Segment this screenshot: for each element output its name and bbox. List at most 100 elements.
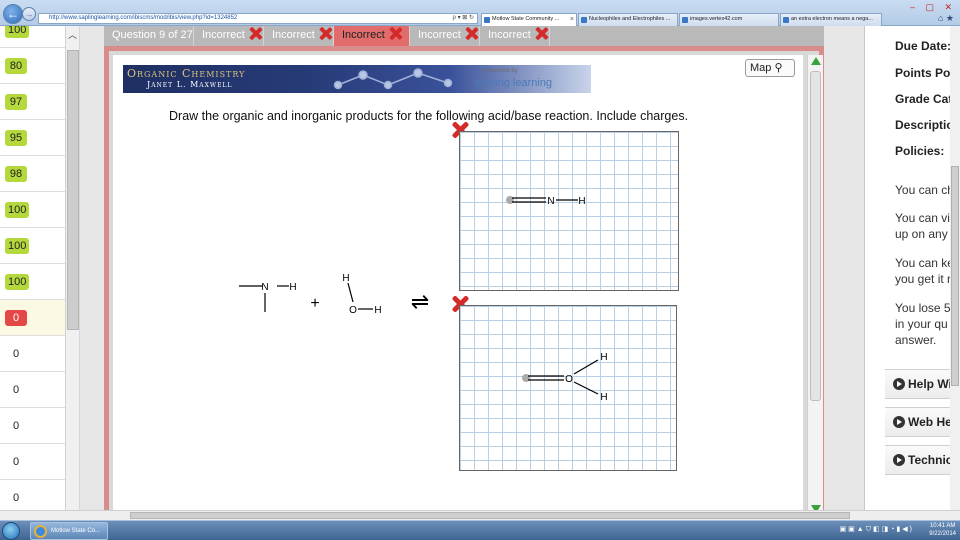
- question-nav-bar: Question 9 of 27 Incorrect Incorrect Inc…: [104, 26, 824, 46]
- grade-badge: 98: [5, 166, 27, 182]
- product-h-atom: H: [578, 196, 585, 207]
- scroll-up-arrow-icon[interactable]: [811, 57, 821, 65]
- presented-by: presented by: [483, 68, 518, 74]
- product-o-atom: O: [565, 374, 573, 385]
- forward-button[interactable]: →: [22, 7, 36, 21]
- window-controls[interactable]: – ▢ ✕: [910, 2, 956, 13]
- grade-row[interactable]: 100: [0, 264, 65, 300]
- product-h-atom: H: [600, 352, 607, 363]
- address-text: http://www.saplinglearning.com/ibiscms/m…: [49, 15, 238, 21]
- page-icon: [484, 17, 490, 23]
- internet-explorer-icon: [34, 525, 47, 538]
- browser-tab-4[interactable]: an extra electron means a nega...: [780, 13, 882, 26]
- grade-row[interactable]: 100: [0, 192, 65, 228]
- scroll-thumb[interactable]: [951, 166, 959, 386]
- grade-row[interactable]: 0: [0, 372, 65, 408]
- grade-badge: 97: [5, 94, 27, 110]
- scroll-thumb[interactable]: [810, 71, 821, 401]
- web-help-button[interactable]: Web He: [885, 407, 960, 437]
- grade-badge: 95: [5, 130, 27, 146]
- info-panel-scrollbar[interactable]: [950, 26, 960, 510]
- grade-row[interactable]: 0: [0, 480, 65, 510]
- question-tab[interactable]: Incorrect: [264, 26, 334, 46]
- policy-text: you get it r: [895, 272, 952, 286]
- scroll-thumb[interactable]: [130, 512, 850, 519]
- policy-text: You lose 5: [895, 301, 951, 315]
- product-h-atom: H: [600, 392, 607, 403]
- grade-row[interactable]: 80: [0, 48, 65, 84]
- policy-text: answer.: [895, 333, 937, 347]
- incorrect-icon: [319, 27, 332, 40]
- plus-sign: +: [310, 295, 319, 312]
- chevron-up-icon[interactable]: ︿: [68, 28, 77, 41]
- grade-badge: 100: [5, 238, 30, 254]
- scroll-thumb[interactable]: [67, 50, 79, 330]
- browser-tab-1[interactable]: Motlow State Community ... ×: [481, 13, 577, 26]
- policy-text: up on any: [895, 227, 948, 241]
- grade-list-scrollbar[interactable]: ︿: [66, 26, 80, 510]
- policy-text: in your qu: [895, 317, 948, 331]
- question-tab[interactable]: Incorrect: [410, 26, 480, 46]
- water-h-atom: H: [342, 273, 349, 284]
- browser-tab-3[interactable]: images.vertex42.com: [679, 13, 779, 26]
- question-counter[interactable]: Question 9 of 27: [104, 26, 194, 46]
- address-tools[interactable]: ρ ▾ ⊠ ↻: [453, 14, 474, 23]
- grade-row[interactable]: 0: [0, 300, 65, 336]
- grade-row[interactable]: 98: [0, 156, 65, 192]
- policy-text: You can ke: [895, 256, 954, 270]
- grade-badge: 0: [12, 348, 20, 360]
- product-1-drawing-canvas[interactable]: N H: [459, 131, 679, 291]
- product-2-drawing-canvas[interactable]: O H H: [459, 305, 677, 471]
- incorrect-icon: [535, 27, 548, 40]
- product-n-atom: N: [547, 196, 554, 207]
- browser-tab-label: Nucleophiles and Electrophiles ...: [589, 16, 671, 22]
- question-tab-current[interactable]: Incorrect: [334, 26, 410, 46]
- address-bar[interactable]: http://www.saplinglearning.com/ibiscms/m…: [38, 13, 478, 24]
- equilibrium-arrow: ⇌: [411, 289, 429, 314]
- map-button-label: Map: [750, 62, 772, 74]
- question-tab-label: Incorrect: [342, 29, 385, 41]
- question-tab-label: Incorrect: [488, 29, 531, 41]
- grade-row[interactable]: 0: [0, 336, 65, 372]
- system-tray-icons[interactable]: ▣▣▲⛉◧◨◔▮◀): [840, 525, 914, 534]
- grade-row[interactable]: 97: [0, 84, 65, 120]
- start-button[interactable]: [2, 522, 20, 540]
- policy-text: You can vi: [895, 211, 950, 225]
- due-date-label: Due Date:: [895, 39, 952, 53]
- product-2-molecule: O H H: [522, 352, 608, 403]
- grade-row[interactable]: 100: [0, 228, 65, 264]
- description-label: Descriptio: [895, 118, 954, 132]
- help-button[interactable]: Help Wi: [885, 369, 960, 399]
- question-scrollbar[interactable]: [807, 55, 823, 515]
- grade-row[interactable]: 95: [0, 120, 65, 156]
- question-tab-label: Incorrect: [202, 29, 245, 41]
- sapling-logo: sapling learning: [475, 77, 553, 89]
- grade-badge: 0: [12, 456, 20, 468]
- technical-help-button[interactable]: Technica: [885, 445, 960, 475]
- horizontal-scrollbar[interactable]: [0, 510, 960, 520]
- selected-atom[interactable]: [522, 374, 530, 382]
- browser-tab-label: images.vertex42.com: [690, 16, 743, 22]
- page-icon: [581, 17, 587, 23]
- map-button[interactable]: Map ⚲: [745, 59, 795, 77]
- question-tab[interactable]: Incorrect: [480, 26, 550, 46]
- browser-tab-2[interactable]: Nucleophiles and Electrophiles ...: [578, 13, 678, 26]
- system-clock[interactable]: 10:41 AM 9/22/2014: [929, 522, 956, 538]
- play-icon: [893, 378, 905, 390]
- selected-atom[interactable]: [506, 196, 514, 204]
- toolbar-icons[interactable]: ⌂ ★: [938, 13, 954, 24]
- water-h-atom: H: [374, 305, 381, 316]
- policies-label: Policies:: [895, 144, 945, 158]
- grade-row[interactable]: 0: [0, 408, 65, 444]
- close-icon[interactable]: ×: [570, 14, 574, 25]
- grade-row[interactable]: 100: [0, 26, 65, 48]
- browser-chrome: ← → http://www.saplinglearning.com/ibisc…: [0, 0, 960, 26]
- back-button[interactable]: ←: [3, 4, 23, 24]
- page-icon: [682, 17, 688, 23]
- taskbar-window-button[interactable]: Motlow State Co...: [30, 522, 108, 540]
- grade-badge: 80: [5, 58, 27, 74]
- grade-row[interactable]: 0: [0, 444, 65, 480]
- product-1-molecule: N H: [506, 196, 586, 207]
- question-tab[interactable]: Incorrect: [194, 26, 264, 46]
- question-tab-label: Incorrect: [418, 29, 461, 41]
